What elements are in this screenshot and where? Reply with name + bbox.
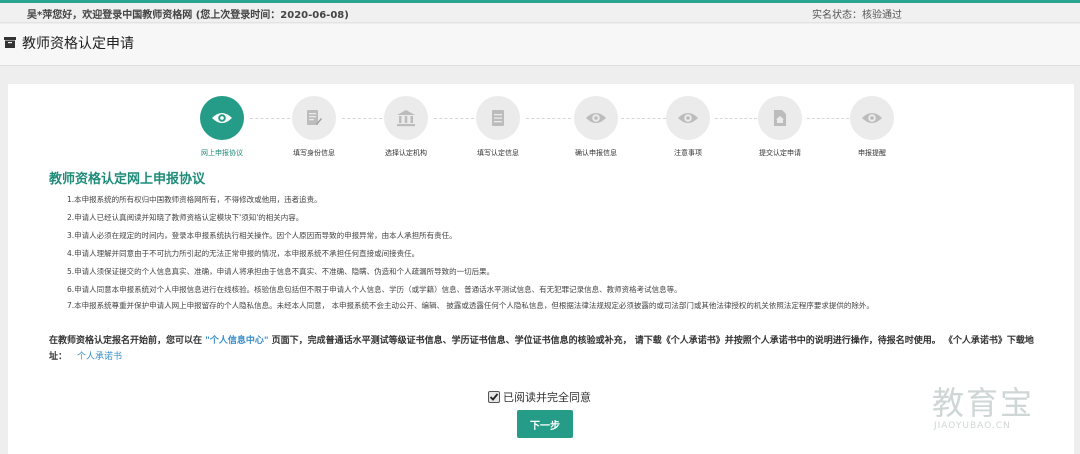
verification-status: 实名状态：核验通过: [812, 10, 902, 21]
step-connector: [715, 118, 757, 119]
step-circle: [758, 96, 802, 140]
watermark-logo: 教育宝 JIAOYUBAO.CN: [916, 378, 1066, 434]
step-circle: [476, 96, 520, 140]
notice-text: 在教师资格认定报名开始前，您可以在 "个人信息中心" 页面下，完成普通话水平测试…: [49, 333, 1049, 365]
eye-icon: [586, 113, 606, 123]
archive-box-icon: [4, 37, 16, 48]
title-bar: 教师资格认定申请: [0, 24, 1080, 66]
step-connector: [807, 118, 849, 119]
eye-icon: [212, 113, 232, 123]
step-label: 提交认定申请: [759, 149, 801, 157]
agreement-item: 2.申请人已经认真阅读并知晓了教师资格认定模块下'须知'的相关内容。: [67, 213, 304, 222]
step-label: 网上申报协议: [201, 149, 243, 157]
step-connector: [342, 118, 382, 119]
step-connector: [621, 118, 666, 119]
step-connector: [434, 118, 474, 119]
checkmark-icon: [489, 393, 499, 401]
institution-icon: [397, 110, 415, 127]
agreement-item: 6.申请人同意本申报系统对个人申报信息进行在线核验。核验信息包括但不限于申请人个…: [67, 285, 682, 294]
top-bar: 吴*萍您好，欢迎登录中国教师资格网 (您上次登录时间：2020-06-08) 实…: [0, 3, 1080, 23]
house-document-icon: [774, 110, 786, 126]
agree-label: 已阅读并完全同意: [503, 391, 591, 404]
next-step-button[interactable]: 下一步: [517, 410, 573, 438]
page-title: 教师资格认定申请: [22, 36, 134, 52]
step-connector: [250, 118, 290, 119]
step-circle: [850, 96, 894, 140]
step-label: 注意事项: [674, 149, 702, 157]
step-circle: [666, 96, 710, 140]
agreement-item: 5.申请人须保证提交的个人信息真实、准确，申请人将承担由于信息不真实、不准确、隐…: [67, 267, 495, 276]
step-label: 申报提醒: [858, 149, 886, 157]
step-circle: [292, 96, 336, 140]
step-circle: [200, 96, 244, 140]
main-panel: 网上申报协议 填写身份信息 选择认定机构 填写认定信息 确认申报信息 注意事项 …: [8, 84, 1074, 454]
watermark-domain: JIAOYUBAO.CN: [934, 421, 1011, 431]
eye-icon: [862, 113, 882, 123]
agreement-title: 教师资格认定网上申报协议: [49, 172, 206, 187]
watermark-brand: 教育宝: [932, 384, 1035, 422]
step-label: 确认申报信息: [575, 149, 617, 157]
document-icon: [492, 110, 504, 126]
step-connector: [526, 118, 571, 119]
step-circle: [574, 96, 618, 140]
agreement-item: 1.本申报系统的所有权归中国教师资格网所有，不得修改或他用，违者追责。: [67, 195, 322, 204]
step-label: 填写身份信息: [293, 149, 335, 157]
step-circle: [384, 96, 428, 140]
agreement-item: 3.申请人必须在规定的时间内，登录本申报系统执行相关操作。因个人原因而导致的申报…: [67, 231, 457, 240]
agree-checkbox[interactable]: [488, 391, 500, 403]
agreement-item: 7.本申报系统尊重并保护申请人网上申报留存的个人隐私信息。未经本人同意， 本申报…: [67, 301, 874, 310]
step-label: 选择认定机构: [385, 149, 427, 157]
personal-info-center-link[interactable]: "个人信息中心": [205, 336, 268, 346]
edit-document-icon: [307, 110, 322, 125]
eye-icon: [678, 113, 698, 123]
commitment-letter-link[interactable]: 个人承诺书: [77, 352, 122, 362]
welcome-text: 吴*萍您好，欢迎登录中国教师资格网 (您上次登录时间：2020-06-08): [27, 10, 349, 21]
step-label: 填写认定信息: [477, 149, 519, 157]
agreement-item: 4.申请人理解并同意由于不可抗力所引起的无法正常申报的情况，本申报系统不承担任何…: [67, 249, 420, 258]
notice-part1: 在教师资格认定报名开始前，您可以在: [49, 336, 206, 346]
agree-checkbox-row[interactable]: 已阅读并完全同意: [488, 389, 591, 405]
